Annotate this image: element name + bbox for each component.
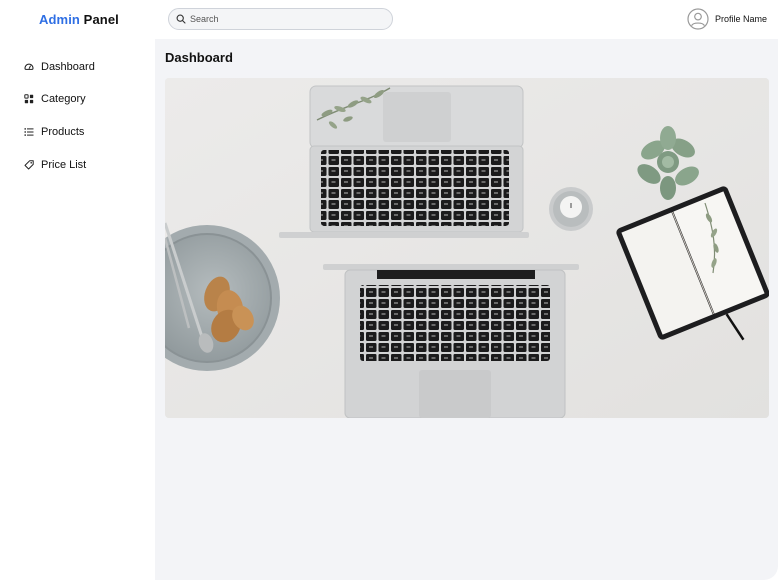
sidebar-item-category[interactable]: Category [24, 91, 86, 107]
main-content: Dashboard [155, 39, 778, 580]
search-input[interactable] [190, 14, 380, 24]
user-avatar-icon [687, 8, 709, 30]
profile-menu[interactable]: Profile Name [687, 8, 767, 30]
sidebar-item-products[interactable]: Products [24, 124, 84, 140]
app-window: Admin Panel Profile Name [0, 0, 778, 580]
sidebar-item-price-list[interactable]: Price List [24, 157, 86, 173]
top-bar: Admin Panel Profile Name [0, 0, 778, 39]
brand-logo[interactable]: Admin Panel [39, 12, 119, 27]
profile-name: Profile Name [715, 14, 768, 24]
brand-second-word: Panel [83, 12, 119, 27]
sidebar-item-label: Category [41, 93, 86, 105]
tag-icon [24, 160, 34, 170]
brand-first-word: Admin [39, 12, 80, 27]
grid-icon [24, 94, 34, 104]
sidebar-item-dashboard[interactable]: Dashboard [24, 59, 95, 75]
workspace-illustration [165, 78, 769, 418]
hero-image [165, 78, 769, 418]
dashboard-icon [24, 63, 34, 70]
sidebar-item-label: Products [41, 126, 85, 138]
sidebar-item-label: Price List [41, 159, 87, 171]
sidebar: Dashboard Category Products Price List [0, 39, 155, 580]
sidebar-item-label: Dashboard [41, 61, 95, 73]
list-icon [24, 128, 34, 136]
page-title: Dashboard [165, 50, 233, 65]
search-box[interactable] [168, 8, 393, 30]
search-icon [176, 14, 186, 24]
